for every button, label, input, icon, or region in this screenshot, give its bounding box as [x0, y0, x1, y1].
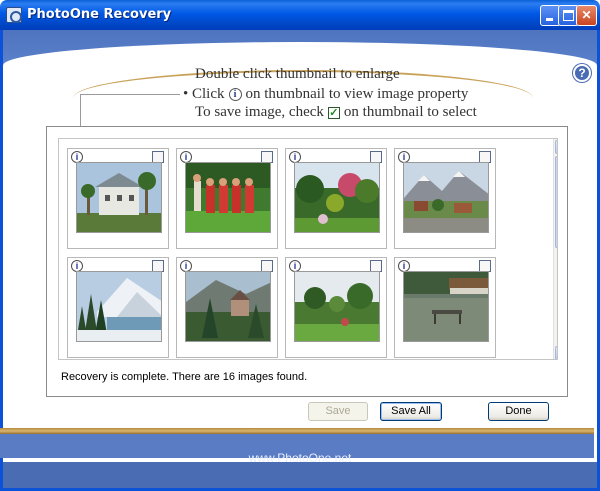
help-icon[interactable]: ? [573, 64, 591, 82]
thumbnail-card[interactable]: i [67, 148, 169, 249]
close-icon: ✕ [581, 8, 592, 22]
minimize-icon [546, 18, 553, 21]
thumbnail-image-house[interactable] [76, 162, 162, 233]
save-all-button[interactable]: Save All [380, 402, 442, 421]
thumbnail-image-dancers[interactable] [185, 162, 271, 233]
thumbnail-card[interactable]: i [67, 257, 169, 358]
save-button[interactable]: Save [308, 402, 368, 421]
instruction-save-suffix: on thumbnail to select [343, 104, 477, 120]
title-bar[interactable]: PhotoOne Recovery ✕ [0, 0, 600, 30]
instruction-property-prefix: • Click [183, 86, 225, 102]
app-icon [6, 7, 22, 23]
thumbnail-image-village[interactable] [403, 162, 489, 233]
scroll-up-button[interactable]: ▲ [555, 140, 557, 154]
instruction-enlarge: Double click thumbnail to enlarge [195, 66, 400, 83]
instruction-property: • Click i on thumbnail to view image prope… [183, 86, 468, 103]
gallery-panel: i i i i i i i i Recovery is complete. Th… [46, 126, 568, 397]
footer-url[interactable]: www.PhotoOne.net [0, 451, 600, 465]
thumbnail-card[interactable]: i [394, 148, 496, 249]
thumbnail-image-garden[interactable] [294, 162, 380, 233]
vertical-scrollbar[interactable]: ▲ ▼ [553, 139, 557, 359]
thumbnail-card[interactable]: i [176, 257, 278, 358]
instruction-property-suffix: on thumbnail to view image property [245, 86, 469, 102]
thumbnail-image-snow-lake[interactable] [76, 271, 162, 342]
scrollbar-thumb[interactable] [555, 156, 557, 248]
info-icon: i [228, 88, 242, 101]
thumbnail-card[interactable]: i [176, 148, 278, 249]
thumbnail-image-castle[interactable] [185, 271, 271, 342]
window-title: PhotoOne Recovery [27, 7, 172, 22]
checkbox-checked-icon: ✓ [327, 107, 340, 119]
close-button[interactable]: ✕ [576, 5, 597, 26]
instruction-save: To save image, check ✓ on thumbnail to sel… [195, 104, 477, 121]
thumbnail-card[interactable]: i [285, 148, 387, 249]
pointer-line [80, 94, 180, 95]
thumbnail-gallery[interactable]: i i i i i i i i [58, 138, 558, 360]
pointer-line-drop [80, 94, 81, 126]
status-text: Recovery is complete. There are 16 image… [61, 371, 308, 383]
thumbnail-image-pier[interactable] [403, 271, 489, 342]
instruction-save-prefix: To save image, check [195, 104, 324, 120]
instruction-enlarge-text: Double click thumbnail to enlarge [195, 66, 400, 82]
scroll-down-button[interactable]: ▼ [555, 346, 557, 359]
thumbnail-card[interactable]: i [394, 257, 496, 358]
thumbnail-card[interactable]: i [285, 257, 387, 358]
thumbnail-image-park[interactable] [294, 271, 380, 342]
done-button[interactable]: Done [488, 402, 549, 421]
maximize-icon [563, 10, 574, 21]
